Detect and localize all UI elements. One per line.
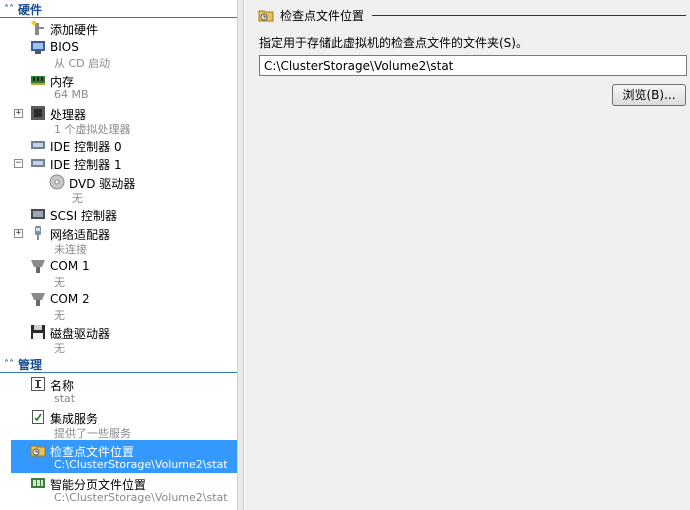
expand-icon[interactable]: + — [14, 229, 23, 238]
settings-panel: 检查点文件位置 指定用于存储此虚拟机的检查点文件的文件夹(S)。 浏览(B)..… — [245, 0, 690, 510]
sidebar-item-subtitle: 64 MB — [54, 88, 89, 101]
sidebar-item-subtitle: stat — [54, 392, 76, 405]
sidebar-item-title: IDE 控制器 1 — [50, 158, 122, 172]
sidebar-item-subtitle: C:\ClusterStorage\Volume2\stat — [54, 491, 228, 504]
sidebar-item-subtitle: 无 — [54, 309, 65, 322]
sidebar-item-com-2[interactable]: COM 2 无 — [0, 289, 237, 322]
sidebar-item-ide-controller-0[interactable]: IDE 控制器 0 — [0, 136, 237, 154]
sidebar-item-subtitle: 无 — [72, 192, 83, 205]
sidebar-item-subtitle: 从 CD 启动 — [54, 57, 111, 70]
collapse-chevron-icon[interactable]: ˄˄ — [0, 359, 18, 370]
checkpoint-location-icon — [258, 10, 274, 22]
dvd-drive-icon — [49, 174, 65, 190]
checkpoint-path-input[interactable] — [259, 55, 687, 76]
sidebar-item-disk-drive[interactable]: 磁盘驱动器 无 — [0, 322, 237, 355]
sidebar-item-subtitle: 1 个虚拟处理器 — [54, 123, 131, 136]
integration-services-icon — [32, 410, 44, 424]
expand-icon[interactable]: + — [14, 109, 23, 118]
sidebar-item-subtitle: 未连接 — [54, 243, 87, 256]
collapse-icon[interactable]: − — [14, 159, 23, 168]
sidebar-item-title: BIOS — [50, 40, 79, 54]
sidebar-item-subtitle: 无 — [54, 342, 65, 355]
panel-title: 检查点文件位置 — [280, 9, 365, 23]
processor-icon — [31, 106, 45, 120]
sidebar-item-title: COM 1 — [50, 259, 90, 273]
sidebar-item-title: COM 2 — [50, 292, 90, 306]
sidebar-item-subtitle: 提供了一些服务 — [54, 427, 131, 440]
name-icon — [31, 377, 45, 391]
sidebar-item-title: IDE 控制器 0 — [50, 140, 122, 154]
sidebar-item-subtitle: C:\ClusterStorage\Volume2\stat — [54, 458, 228, 471]
title-divider — [372, 15, 686, 16]
sidebar-item-add-hardware[interactable]: 添加硬件 — [0, 19, 237, 37]
sidebar-item-integration-services[interactable]: 集成服务 提供了一些服务 — [0, 407, 237, 440]
sidebar-item-name[interactable]: 名称 stat — [0, 374, 237, 407]
ide-controller-icon — [31, 159, 45, 167]
sidebar-item-checkpoint-location[interactable]: 检查点文件位置 C:\ClusterStorage\Volume2\stat — [11, 440, 237, 473]
scsi-controller-icon — [31, 209, 45, 219]
section-header-management[interactable]: ˄˄ 管理 — [0, 357, 237, 373]
settings-sidebar: ˄˄ 硬件 添加硬件 BIOS 从 CD 启动 内存 64 MB + 处理器 1… — [0, 0, 238, 510]
sidebar-item-processor[interactable]: + 处理器 1 个虚拟处理器 — [0, 103, 237, 136]
sidebar-item-network-adapter[interactable]: + 网络适配器 未连接 — [0, 223, 237, 256]
sidebar-item-com-1[interactable]: COM 1 无 — [0, 256, 237, 289]
add-hardware-icon — [31, 21, 44, 35]
smart-paging-icon — [31, 478, 45, 488]
sidebar-item-scsi-controller[interactable]: SCSI 控制器 — [0, 205, 237, 223]
section-header-label: 硬件 — [18, 3, 43, 17]
sidebar-item-ide-controller-1[interactable]: − IDE 控制器 1 — [0, 154, 237, 172]
panel-description: 指定用于存储此虚拟机的检查点文件的文件夹(S)。 — [259, 36, 528, 50]
section-header-label: 管理 — [18, 358, 43, 372]
section-header-hardware[interactable]: ˄˄ 硬件 — [0, 2, 237, 18]
floppy-drive-icon — [31, 325, 45, 339]
sidebar-item-bios[interactable]: BIOS 从 CD 启动 — [0, 37, 237, 70]
memory-icon — [31, 76, 45, 85]
network-adapter-icon — [35, 226, 41, 240]
bios-icon — [31, 41, 45, 54]
sidebar-item-smart-paging-location[interactable]: 智能分页文件位置 C:\ClusterStorage\Volume2\stat — [0, 473, 237, 506]
browse-button[interactable]: 浏览(B)... — [612, 84, 686, 106]
sidebar-item-title: SCSI 控制器 — [50, 209, 117, 223]
sidebar-item-title: 添加硬件 — [50, 23, 99, 37]
checkpoint-location-icon — [30, 445, 46, 457]
sidebar-item-dvd-drive[interactable]: DVD 驱动器 无 — [0, 172, 237, 205]
com-port-icon — [31, 260, 45, 273]
sidebar-item-memory[interactable]: 内存 64 MB — [0, 70, 237, 103]
collapse-chevron-icon[interactable]: ˄˄ — [0, 4, 18, 15]
ide-controller-icon — [31, 141, 45, 149]
com-port-icon — [31, 293, 45, 306]
pane-splitter[interactable] — [238, 0, 244, 510]
sidebar-item-subtitle: 无 — [54, 276, 65, 289]
